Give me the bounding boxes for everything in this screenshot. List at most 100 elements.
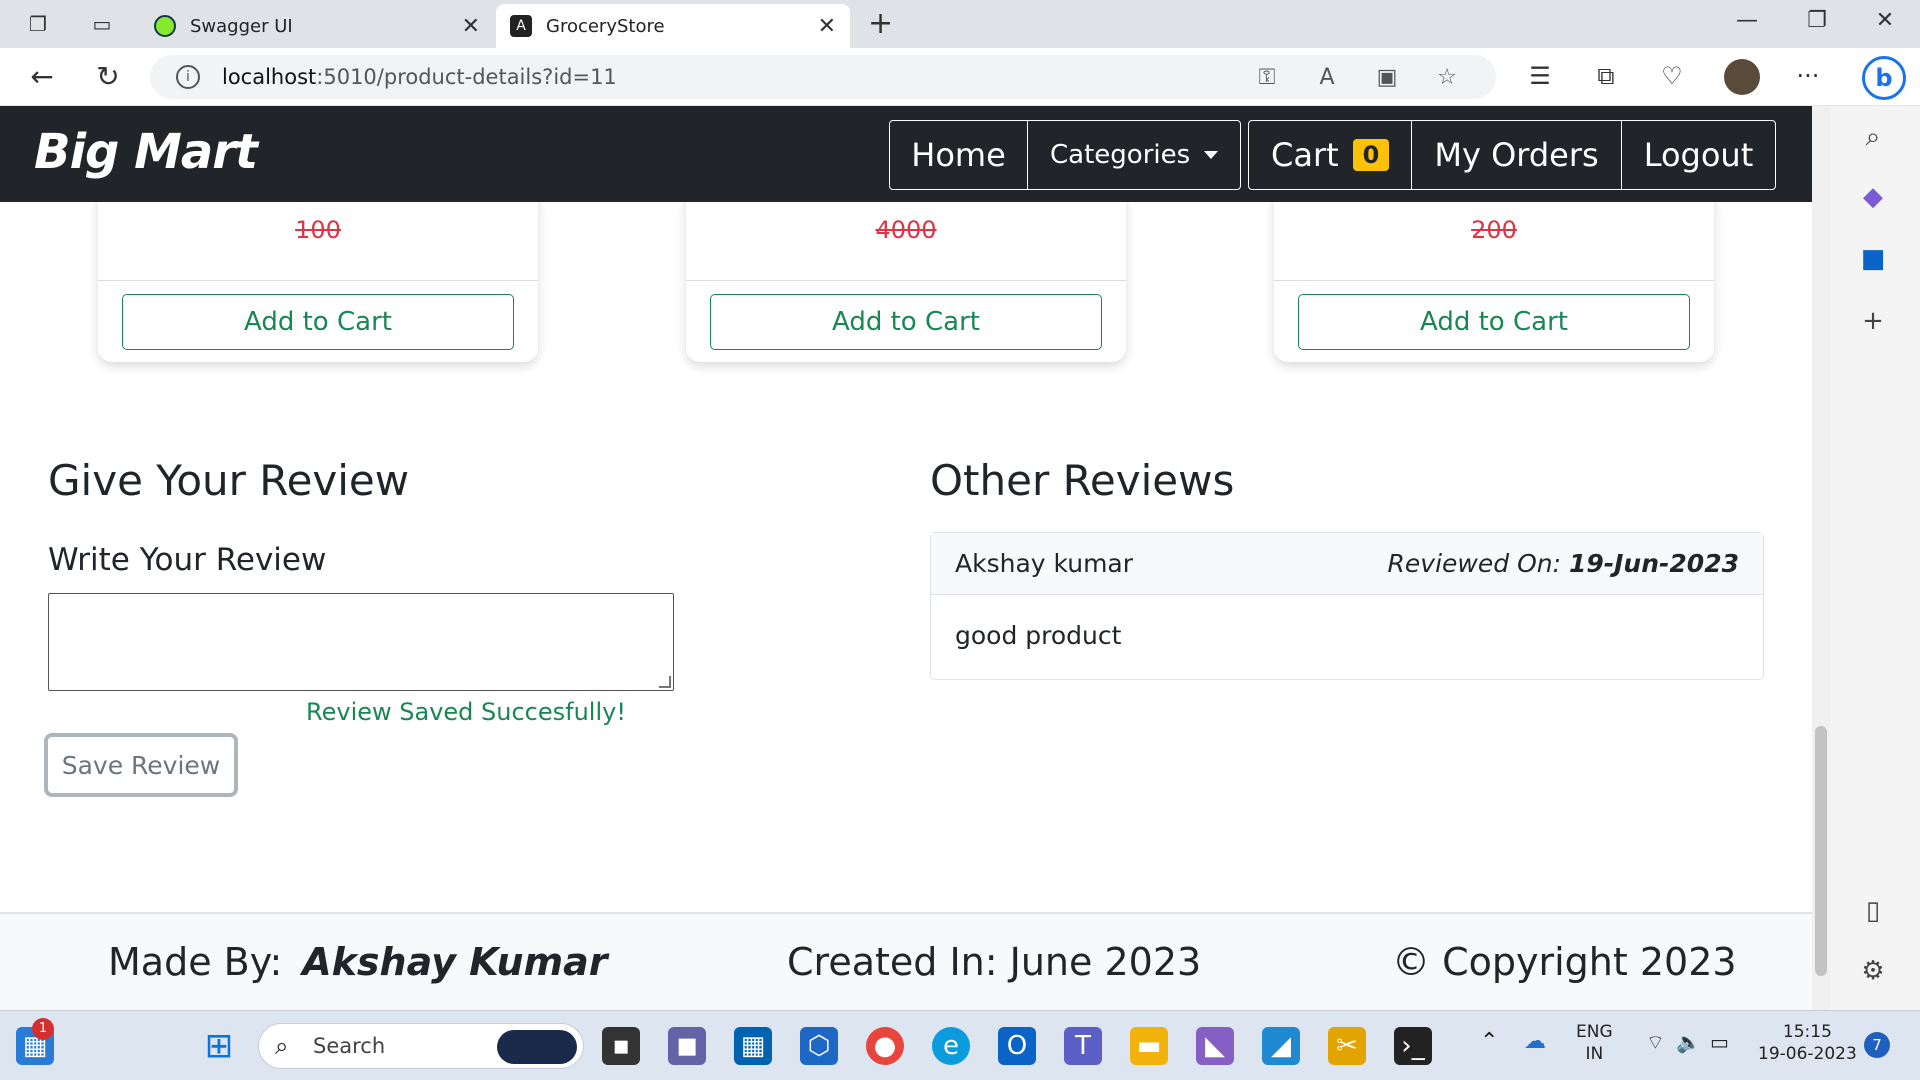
teams-icon[interactable]: T	[1064, 1027, 1102, 1065]
language-indicator[interactable]: ENG IN	[1576, 1021, 1613, 1065]
url-text: localhost:5010/product-details?id=11	[222, 65, 617, 89]
outlook-icon[interactable]: ■	[1855, 244, 1891, 280]
old-price: 100	[295, 216, 341, 244]
other-reviews-heading: Other Reviews	[930, 456, 1235, 505]
add-to-cart-button[interactable]: Add to Cart	[1298, 294, 1690, 350]
collections-icon[interactable]: ⧉	[1590, 62, 1622, 90]
notification-count-badge[interactable]: 7	[1864, 1032, 1890, 1058]
close-window-icon[interactable]: ✕	[1870, 8, 1900, 33]
search-label: Search	[313, 1034, 386, 1058]
bing-icon[interactable]: b	[1862, 56, 1906, 100]
wifi-icon[interactable]: ⌔	[1646, 1031, 1665, 1053]
onedrive-icon[interactable]: ☁	[1524, 1031, 1546, 1053]
chevron-up-icon[interactable]: ⌃	[1480, 1031, 1498, 1053]
nav-home[interactable]: Home	[890, 121, 1028, 189]
battery-icon[interactable]: ▭	[1710, 1031, 1729, 1053]
volume-icon[interactable]: 🔈	[1676, 1031, 1701, 1053]
start-icon[interactable]: ⊞	[200, 1027, 238, 1065]
store-icon[interactable]: ▦	[734, 1027, 772, 1065]
tab-title: Swagger UI	[190, 15, 293, 37]
add-to-cart-button[interactable]: Add to Cart	[122, 294, 514, 350]
browser-tab-bar: ❐ ▭ Swagger UI ✕ A GroceryStore ✕ + — ❐ …	[0, 0, 1920, 48]
taskbar-search[interactable]: ⌕ Search	[258, 1023, 584, 1069]
search-icon[interactable]: ⌕	[1855, 122, 1891, 158]
browser-essentials-icon[interactable]: ♡	[1656, 62, 1688, 90]
search-icon: ⌕	[275, 1032, 289, 1060]
brand-logo[interactable]: Big Mart	[34, 124, 258, 180]
cart-label: Cart	[1271, 136, 1339, 174]
refresh-icon[interactable]: ↻	[92, 62, 124, 92]
site-info-icon[interactable]: i	[176, 65, 200, 89]
widgets-badge: 1	[32, 1018, 54, 1040]
restore-icon[interactable]: ❐	[1802, 8, 1832, 33]
review-text: good product	[955, 621, 1122, 650]
nav-cart[interactable]: Cart 0	[1249, 121, 1413, 189]
scrollbar-thumb[interactable]	[1815, 726, 1827, 976]
divider	[98, 280, 538, 281]
add-sidebar-icon[interactable]: +	[1855, 306, 1891, 342]
edge-icon[interactable]: e	[932, 1027, 970, 1065]
new-tab-icon[interactable]: +	[868, 9, 893, 39]
site-navbar: Big Mart Home Categories Cart 0 My Order…	[0, 106, 1812, 202]
profile-avatar[interactable]	[1724, 59, 1760, 95]
vertical-tabs-icon[interactable]: ▭	[90, 12, 114, 36]
immersive-reader-icon[interactable]: ▣	[1372, 65, 1402, 90]
search-highlight-icon	[497, 1030, 577, 1064]
reviewer-name: Akshay kumar	[955, 549, 1134, 578]
angular-icon: A	[510, 15, 532, 37]
categories-label: Categories	[1050, 140, 1191, 170]
save-review-button[interactable]: Save Review	[44, 733, 238, 797]
chat-icon[interactable]: ◼	[668, 1027, 706, 1065]
add-to-cart-button[interactable]: Add to Cart	[710, 294, 1102, 350]
read-aloud-icon[interactable]: A	[1312, 65, 1342, 90]
settings-gear-icon[interactable]: ⚙	[1855, 956, 1891, 992]
cart-count-badge: 0	[1352, 139, 1390, 171]
outlook-icon[interactable]: O	[998, 1027, 1036, 1065]
swagger-icon	[154, 15, 176, 37]
close-tab-icon[interactable]: ✕	[462, 14, 480, 39]
url-field[interactable]: i localhost:5010/product-details?id=11 ⚿…	[150, 55, 1496, 99]
made-by: Made By: Akshay Kumar	[108, 940, 608, 984]
minimize-icon[interactable]: —	[1732, 8, 1762, 33]
divider	[1274, 280, 1714, 281]
write-review-label: Write Your Review	[48, 542, 327, 578]
copyright: © Copyright 2023	[1392, 940, 1737, 984]
more-options-icon[interactable]: ···	[1792, 62, 1824, 90]
divider	[686, 280, 1126, 281]
key-icon[interactable]: ⚿	[1252, 65, 1282, 90]
task-view-icon[interactable]: ▪	[602, 1027, 640, 1065]
terminal-icon[interactable]: ›_	[1394, 1027, 1432, 1065]
tab-grocerystore[interactable]: A GroceryStore ✕	[496, 4, 850, 48]
give-review-heading: Give Your Review	[48, 456, 410, 505]
old-price: 200	[1471, 216, 1517, 244]
user-nav: Cart 0 My Orders Logout	[1248, 120, 1777, 190]
clock[interactable]: 15:15 19-06-2023	[1758, 1021, 1857, 1065]
windows-taskbar: ▦ ⊞ ⌕ Search ▪ ◼ ▦ ⬡ ● e O T ▬ ◣ ◢ ✂ ›_ …	[0, 1010, 1920, 1080]
snipping-tool-icon[interactable]: ✂	[1328, 1027, 1366, 1065]
nav-my-orders[interactable]: My Orders	[1412, 121, 1622, 189]
review-textarea[interactable]	[48, 593, 674, 691]
review-date: Reviewed On: 19-Jun-2023	[1387, 549, 1739, 578]
back-icon[interactable]: ←	[26, 62, 58, 92]
copilot-icon[interactable]: ◆	[1855, 182, 1891, 218]
vscode-icon[interactable]: ◢	[1262, 1027, 1300, 1065]
favorites-icon[interactable]: ☰	[1524, 62, 1556, 90]
tab-title: GroceryStore	[546, 15, 665, 37]
product-card: 180 -10% 200 Add to Cart	[1274, 190, 1714, 362]
workspaces-icon[interactable]: ❐	[26, 12, 50, 36]
file-explorer-icon[interactable]: ▬	[1130, 1027, 1168, 1065]
hide-sidebar-icon[interactable]: ▯	[1855, 896, 1891, 932]
resize-handle-icon[interactable]	[659, 676, 671, 688]
app-icon[interactable]: ⬡	[800, 1027, 838, 1065]
close-tab-icon[interactable]: ✕	[818, 14, 836, 39]
nav-logout[interactable]: Logout	[1622, 121, 1776, 189]
product-card: 95 -5% 100 Add to Cart	[98, 190, 538, 362]
review-card: Akshay kumar Reviewed On: 19-Jun-2023 go…	[930, 532, 1764, 680]
page-scrollbar[interactable]	[1812, 106, 1830, 1010]
tab-swagger[interactable]: Swagger UI ✕	[140, 4, 494, 48]
chrome-icon[interactable]: ●	[866, 1027, 904, 1065]
visual-studio-icon[interactable]: ◣	[1196, 1027, 1234, 1065]
product-card: 2400 -40% 4000 Add to Cart	[686, 190, 1126, 362]
favorite-star-icon[interactable]: ☆	[1432, 65, 1462, 90]
nav-categories-dropdown[interactable]: Categories	[1028, 121, 1240, 189]
